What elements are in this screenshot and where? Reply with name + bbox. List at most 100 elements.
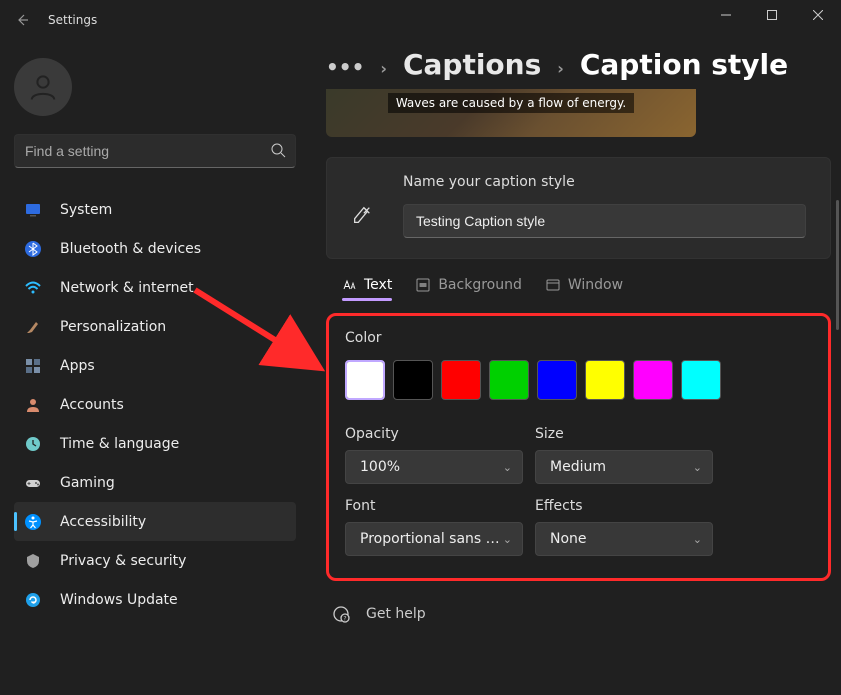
font-dropdown[interactable]: Proportional sans s... ⌄ [345, 522, 523, 556]
shield-icon [24, 552, 42, 570]
tab-text[interactable]: Text [342, 277, 392, 301]
bluetooth-icon [24, 240, 42, 258]
name-card: Name your caption style [326, 157, 831, 259]
caption-name-input[interactable] [403, 204, 806, 238]
minimize-button[interactable] [703, 0, 749, 30]
update-icon [24, 591, 42, 609]
grid-icon [24, 357, 42, 375]
back-icon [14, 12, 30, 28]
sidebar-item-personalization[interactable]: Personalization [14, 307, 296, 346]
sidebar-item-network[interactable]: Network & internet [14, 268, 296, 307]
sidebar-nav: System Bluetooth & devices Network & int… [14, 190, 296, 619]
avatar-icon [28, 72, 58, 102]
color-swatch-yellow[interactable] [585, 360, 625, 400]
tab-label: Text [364, 277, 392, 293]
breadcrumb-current: Caption style [580, 48, 788, 81]
sidebar-item-label: Privacy & security [60, 553, 186, 569]
search-input[interactable] [14, 134, 296, 168]
color-swatch-magenta[interactable] [633, 360, 673, 400]
sidebar-item-gaming[interactable]: Gaming [14, 463, 296, 502]
size-dropdown[interactable]: Medium ⌄ [535, 450, 713, 484]
dropdown-value: Proportional sans s... [360, 531, 503, 547]
minimize-icon [721, 10, 731, 20]
sidebar-item-label: System [60, 202, 112, 218]
effects-field: Effects None ⌄ [535, 498, 713, 556]
tab-window[interactable]: Window [546, 277, 623, 301]
chevron-down-icon: ⌄ [693, 533, 702, 546]
chevron-right-icon: › [557, 59, 564, 78]
clock-icon [24, 435, 42, 453]
wifi-icon [24, 279, 42, 297]
sidebar-item-label: Windows Update [60, 592, 178, 608]
tabs: Text Background Window [326, 277, 831, 301]
search-wrap [14, 134, 296, 168]
font-label: Font [345, 498, 523, 514]
brush-x-icon [351, 204, 373, 226]
color-label: Color [345, 330, 812, 346]
monitor-icon [24, 201, 42, 219]
dropdown-value: Medium [550, 459, 606, 475]
breadcrumb-more[interactable]: ••• [326, 55, 364, 79]
sidebar-item-update[interactable]: Windows Update [14, 580, 296, 619]
person-icon [24, 396, 42, 414]
svg-text:?: ? [343, 616, 346, 623]
chevron-down-icon: ⌄ [503, 533, 512, 546]
sidebar-item-privacy[interactable]: Privacy & security [14, 541, 296, 580]
chevron-down-icon: ⌄ [503, 461, 512, 474]
scrollbar[interactable] [836, 200, 839, 330]
breadcrumb-captions[interactable]: Captions [403, 48, 541, 81]
search-icon [270, 142, 286, 162]
caption-preview: Waves are caused by a flow of energy. [326, 89, 696, 137]
sidebar-item-label: Network & internet [60, 280, 194, 296]
get-help[interactable]: ? Get help [326, 605, 831, 623]
sidebar-item-label: Personalization [60, 319, 166, 335]
brush-icon [24, 318, 42, 336]
main: ••• › Captions › Caption style Waves are… [310, 40, 841, 695]
close-button[interactable] [795, 0, 841, 30]
opacity-dropdown[interactable]: 100% ⌄ [345, 450, 523, 484]
sidebar-item-accounts[interactable]: Accounts [14, 385, 296, 424]
text-icon [342, 278, 356, 292]
help-label: Get help [366, 606, 426, 622]
color-swatch-green[interactable] [489, 360, 529, 400]
accessibility-icon [24, 513, 42, 531]
effects-label: Effects [535, 498, 713, 514]
app-title: Settings [48, 13, 97, 27]
sidebar-item-time[interactable]: Time & language [14, 424, 296, 463]
effects-dropdown[interactable]: None ⌄ [535, 522, 713, 556]
help-icon: ? [332, 605, 350, 623]
color-swatch-blue[interactable] [537, 360, 577, 400]
color-swatch-black[interactable] [393, 360, 433, 400]
background-icon [416, 278, 430, 292]
chevron-right-icon: › [380, 59, 387, 78]
size-label: Size [535, 426, 713, 442]
preview-caption-text: Waves are caused by a flow of energy. [388, 93, 634, 113]
sidebar-item-accessibility[interactable]: Accessibility [14, 502, 296, 541]
color-swatch-cyan[interactable] [681, 360, 721, 400]
close-icon [813, 10, 823, 20]
sidebar-item-system[interactable]: System [14, 190, 296, 229]
dropdown-value: 100% [360, 459, 400, 475]
gamepad-icon [24, 474, 42, 492]
sidebar-item-label: Apps [60, 358, 95, 374]
tab-background[interactable]: Background [416, 277, 522, 301]
tab-label: Background [438, 277, 522, 293]
breadcrumb: ••• › Captions › Caption style [326, 48, 831, 81]
opacity-field: Opacity 100% ⌄ [345, 426, 523, 484]
text-panel: Color Opacity 100% ⌄ [326, 313, 831, 581]
color-swatches [345, 360, 812, 400]
back-button[interactable] [6, 4, 38, 36]
sidebar-item-apps[interactable]: Apps [14, 346, 296, 385]
titlebar: Settings [0, 0, 841, 40]
window-controls [703, 0, 841, 30]
font-field: Font Proportional sans s... ⌄ [345, 498, 523, 556]
dropdown-value: None [550, 531, 587, 547]
color-swatch-white[interactable] [345, 360, 385, 400]
avatar[interactable] [14, 58, 72, 116]
color-swatch-red[interactable] [441, 360, 481, 400]
maximize-button[interactable] [749, 0, 795, 30]
opacity-label: Opacity [345, 426, 523, 442]
sidebar: System Bluetooth & devices Network & int… [0, 40, 310, 695]
sidebar-item-label: Accessibility [60, 514, 146, 530]
sidebar-item-bluetooth[interactable]: Bluetooth & devices [14, 229, 296, 268]
